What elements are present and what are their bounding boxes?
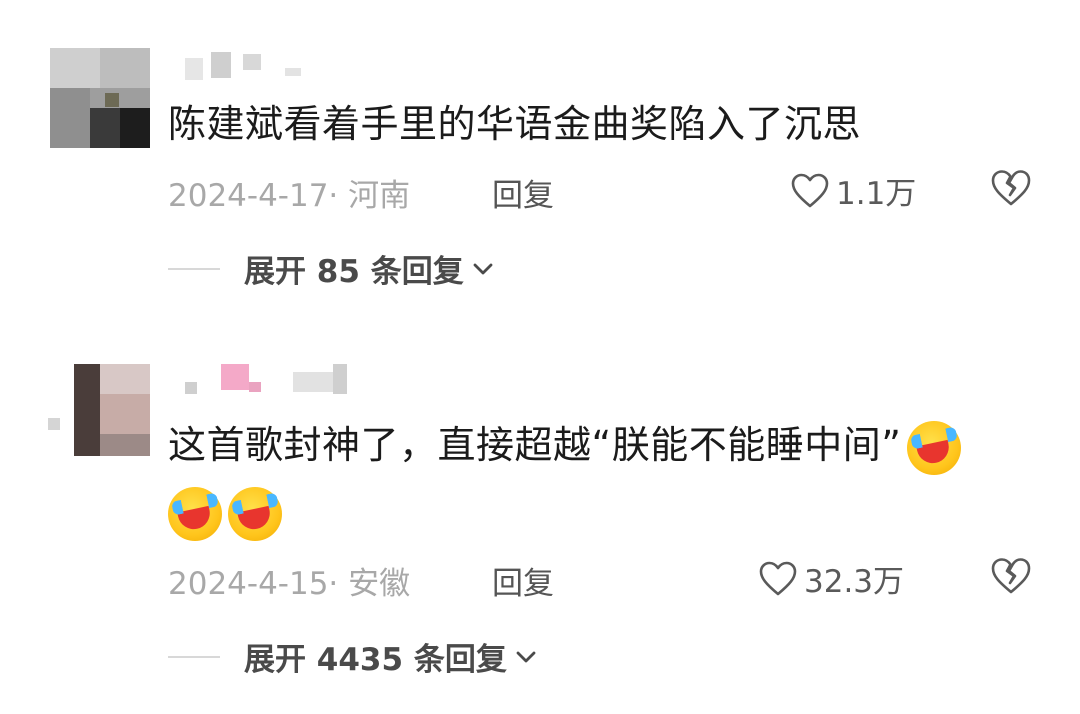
- like-count: 1.1万: [836, 176, 917, 212]
- chevron-down-icon: [516, 651, 536, 662]
- comment-emoji-row: [162, 480, 282, 542]
- reply-button[interactable]: 回复: [492, 558, 554, 603]
- avatar-side-mark: [48, 418, 60, 430]
- tears-of-joy-emoji: [907, 420, 962, 475]
- avatar[interactable]: [50, 48, 150, 148]
- tears-of-joy-emoji: [228, 486, 282, 541]
- comment-date-location: 2024-4-15· 安徽: [168, 566, 411, 602]
- expand-replies-label: 展开 4435 条回复: [244, 642, 507, 678]
- divider-line: [168, 655, 220, 658]
- expand-replies-button[interactable]: 展开 4435 条回复: [168, 634, 537, 679]
- comment-text-content: 这首歌封神了，直接超越“朕能不能睡中间”: [168, 423, 902, 467]
- broken-heart-icon: [991, 558, 1031, 594]
- comment-text: 陈建斌看着手里的华语金曲奖陷入了沉思: [168, 102, 862, 146]
- avatar[interactable]: [74, 364, 150, 456]
- username-blurred[interactable]: [185, 364, 375, 394]
- username-blurred[interactable]: [185, 50, 325, 80]
- comment-text: 这首歌封神了，直接超越“朕能不能睡中间”: [168, 414, 962, 476]
- tears-of-joy-emoji: [168, 486, 222, 541]
- heart-outline-icon: [791, 173, 829, 207]
- comment-date-location: 2024-4-17· 河南: [168, 178, 411, 214]
- comment-item: 这首歌封神了，直接超越“朕能不能睡中间” 2024-4-15· 安徽 回复 32…: [0, 350, 1080, 714]
- divider-line: [168, 267, 220, 270]
- expand-replies-button[interactable]: 展开 85 条回复: [168, 246, 494, 291]
- reply-button[interactable]: 回复: [492, 170, 554, 215]
- chevron-down-icon: [473, 263, 493, 274]
- like-count: 32.3万: [804, 564, 905, 600]
- like-button[interactable]: 32.3万: [758, 556, 904, 601]
- comment-item: 陈建斌看着手里的华语金曲奖陷入了沉思 2024-4-17· 河南 回复 1.1万…: [0, 0, 1080, 320]
- dislike-button[interactable]: [990, 168, 1032, 212]
- broken-heart-icon: [991, 170, 1031, 206]
- heart-outline-icon: [759, 561, 797, 595]
- like-button[interactable]: 1.1万: [790, 168, 916, 213]
- expand-replies-label: 展开 85 条回复: [244, 254, 464, 290]
- dislike-button[interactable]: [990, 556, 1032, 600]
